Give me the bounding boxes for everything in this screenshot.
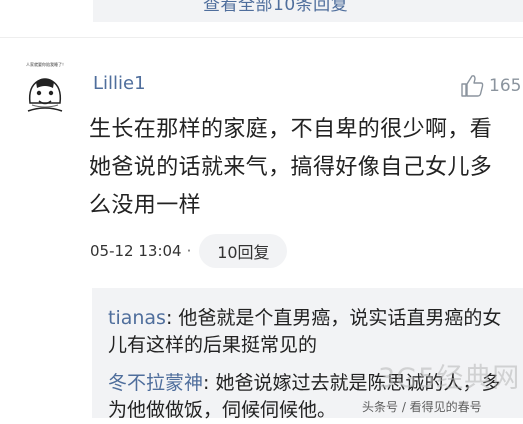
reply-username[interactable]: 冬不拉蒙神 xyxy=(108,372,203,394)
reply-username[interactable]: tianas xyxy=(108,307,166,329)
reply-item[interactable]: 冬不拉蒙神: 她爸说嫁过去就是陈思诚的人，多为他做做饭，伺候伺候他。 xyxy=(108,370,508,424)
comment-username[interactable]: Lillie1 xyxy=(93,73,146,94)
reply-colon: : xyxy=(203,372,216,394)
view-all-replies-link[interactable]: 查看全部10条回复 xyxy=(203,0,348,15)
comment-divider xyxy=(0,37,523,38)
previous-comment-area: 查看全部10条回复 xyxy=(0,0,523,30)
comment-time: 05-12 13:04 xyxy=(90,242,182,260)
reply-item[interactable]: tianas: 他爸就是个直男癌，说实话直男癌的女儿有这样的后果挺常见的 xyxy=(108,305,508,359)
avatar-caption: 人家就要你陪我睡了！ xyxy=(26,62,66,67)
thumbs-up-icon xyxy=(461,75,484,97)
reply-colon: : xyxy=(165,307,179,329)
previous-replies-box: 查看全部10条回复 xyxy=(93,0,523,22)
reply-count-button[interactable]: 10回复 xyxy=(199,234,288,268)
meta-separator: · xyxy=(186,242,192,260)
like-count: 165 xyxy=(489,76,522,96)
avatar-face-icon xyxy=(24,71,66,113)
like-button[interactable]: 165 xyxy=(459,72,521,100)
avatar[interactable]: 人家就要你陪我睡了！ xyxy=(20,62,72,128)
comment-meta: 05-12 13:04 · 10回复 xyxy=(90,234,288,268)
comment-text: 生长在那样的家庭，不自卑的很少啊，看她爸说的话就来气，搞得好像自己女儿多么没用一… xyxy=(89,117,493,218)
